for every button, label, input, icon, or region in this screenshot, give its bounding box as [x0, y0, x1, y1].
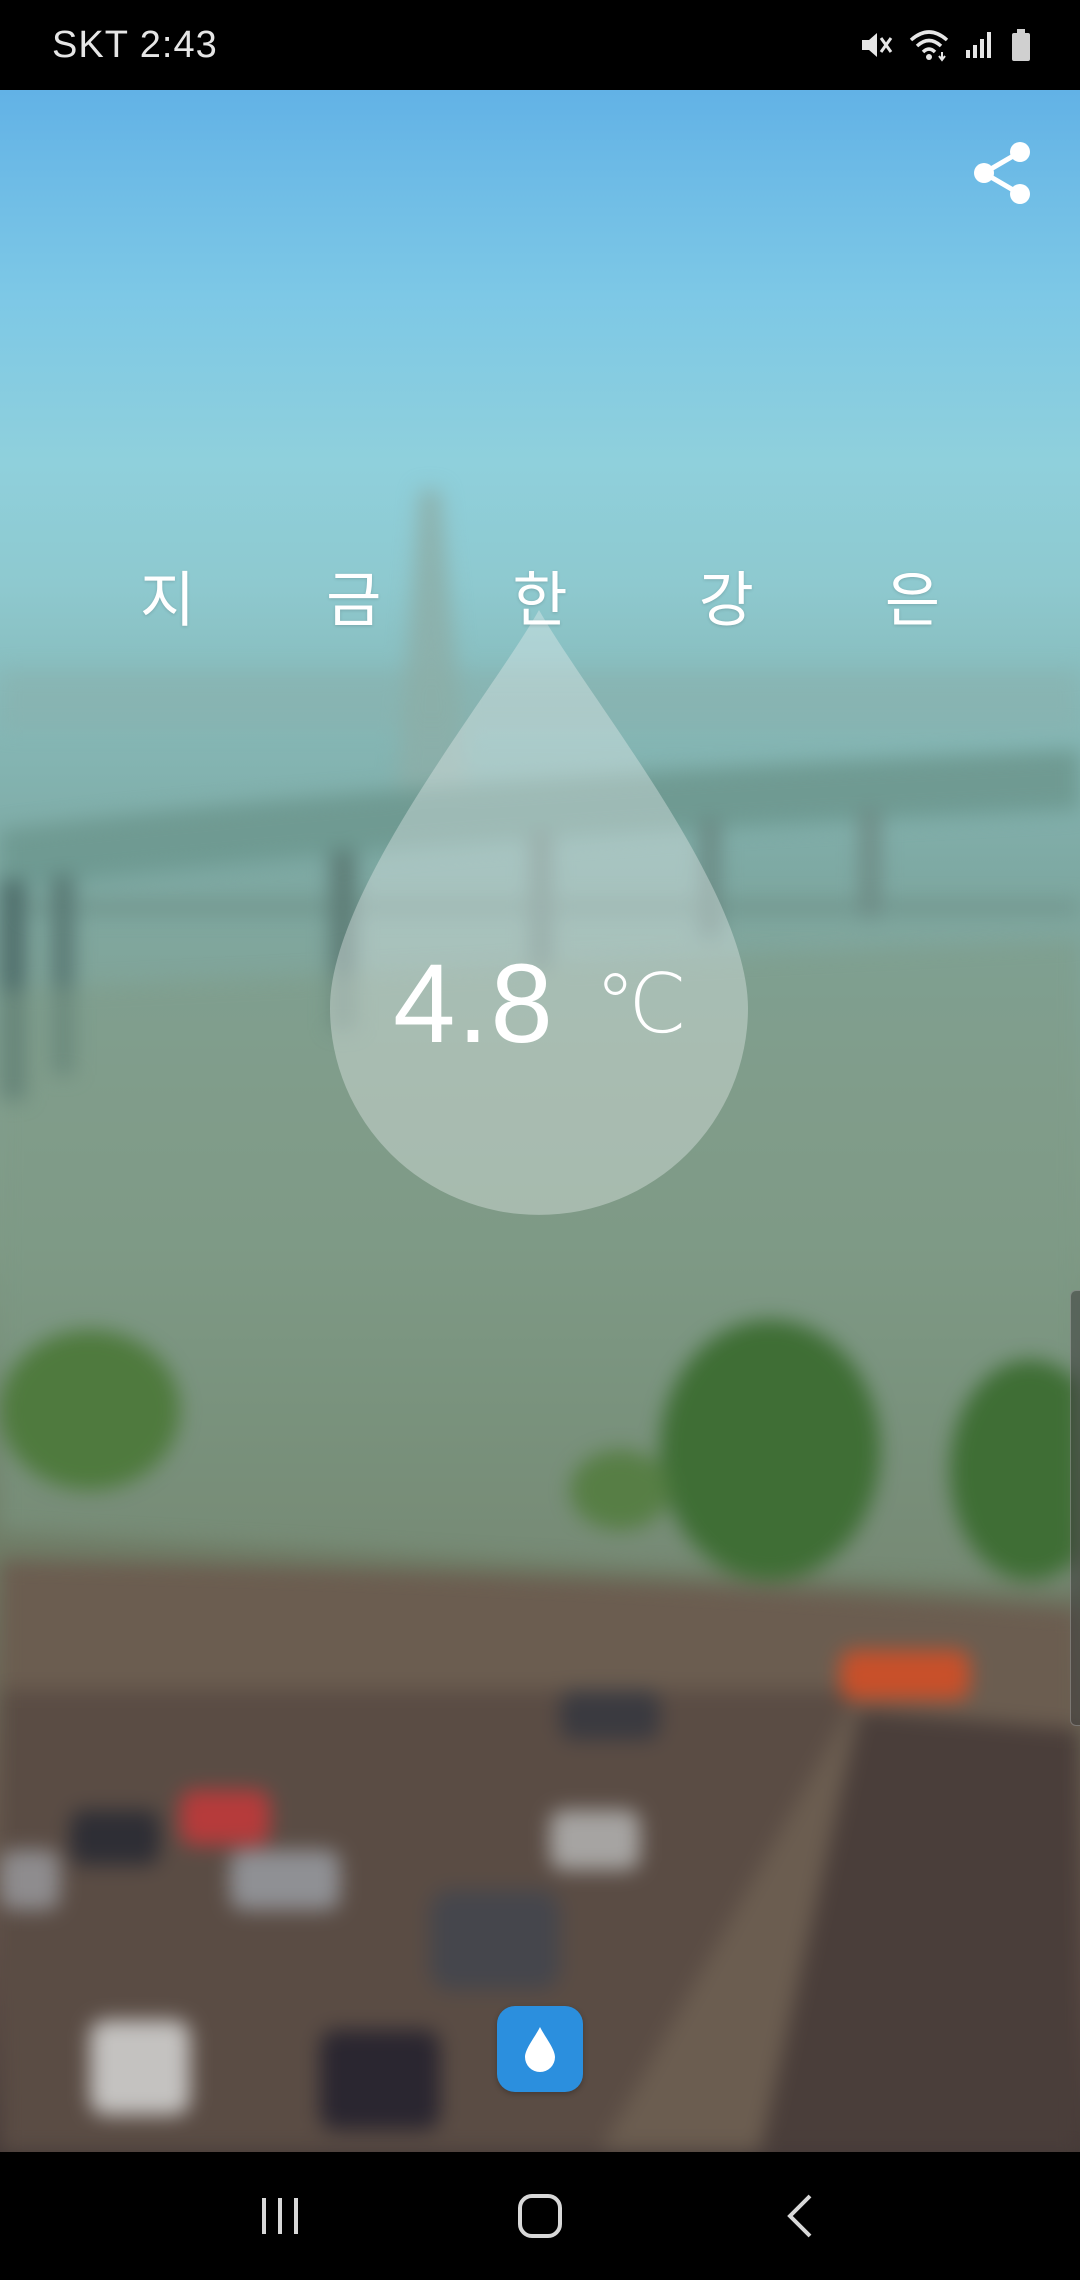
water-droplet-shape	[330, 610, 748, 1215]
screen: SKT 2:43 지 금 한 강 은 4.8 ℃	[0, 0, 1080, 2280]
home-icon	[518, 2194, 562, 2238]
wifi-icon	[908, 28, 950, 62]
water-drop-icon	[525, 2027, 555, 2072]
temperature-unit: ℃	[594, 957, 687, 1052]
navigation-bar	[0, 2152, 1080, 2280]
recent-apps-icon	[262, 2198, 298, 2234]
status-bar: SKT 2:43	[0, 0, 1080, 90]
share-icon	[974, 142, 1030, 204]
temperature-value: 4.8	[393, 941, 555, 1066]
signal-icon	[964, 30, 996, 60]
water-drop-button[interactable]	[497, 2006, 583, 2092]
edge-panel-handle[interactable]	[1070, 1290, 1080, 1726]
battery-icon	[1010, 28, 1032, 62]
status-icons	[858, 28, 1032, 62]
share-button[interactable]	[970, 140, 1036, 206]
back-icon	[787, 2194, 812, 2238]
recent-apps-button[interactable]	[235, 2171, 325, 2261]
back-button[interactable]	[755, 2171, 845, 2261]
temperature-display: 4.8 ℃	[0, 948, 1080, 1060]
mute-icon	[858, 29, 894, 61]
headline: 지 금 한 강 은	[139, 566, 997, 636]
status-carrier-time: SKT 2:43	[52, 23, 218, 66]
home-button[interactable]	[495, 2171, 585, 2261]
